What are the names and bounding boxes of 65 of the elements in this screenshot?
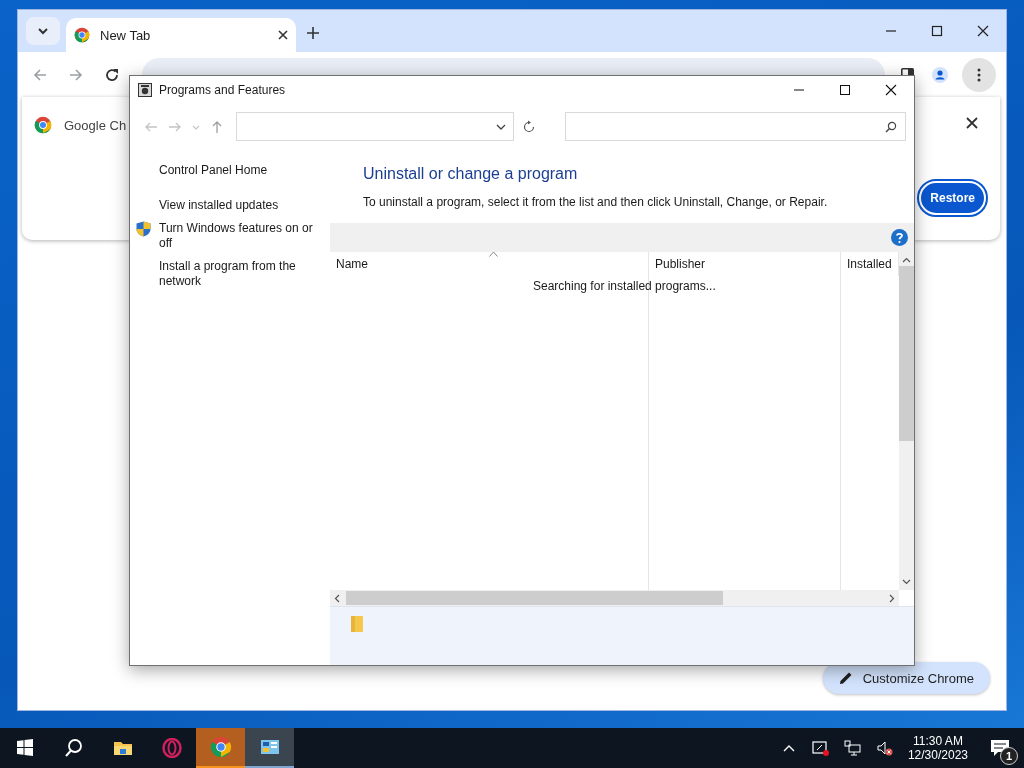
menu-button[interactable] xyxy=(962,57,996,92)
caret-icon xyxy=(37,25,49,37)
column-header[interactable]: Name xyxy=(330,252,649,276)
column-header[interactable]: Publisher xyxy=(649,252,841,276)
chrome-icon xyxy=(34,116,52,134)
help-icon xyxy=(891,229,908,246)
sidebar-link[interactable]: Install a program from the network xyxy=(159,259,319,289)
network-button[interactable] xyxy=(841,738,864,758)
plus-icon xyxy=(306,26,320,40)
close-icon xyxy=(278,30,288,40)
search-icon xyxy=(63,738,84,758)
card-title: Google Ch xyxy=(64,117,127,133)
chevron-right-icon xyxy=(889,593,895,603)
chevron-left-icon xyxy=(334,593,340,603)
notification-count: 1 xyxy=(1000,747,1018,765)
chrome-icon xyxy=(74,27,90,43)
customize-chrome-button[interactable]: Customize Chrome xyxy=(822,662,990,694)
folder-icon xyxy=(350,615,364,633)
tray-button[interactable] xyxy=(809,738,832,758)
network-icon xyxy=(843,740,862,756)
display-icon xyxy=(811,740,830,756)
date-text: 12/30/2023 xyxy=(907,748,968,762)
chevron-up-icon xyxy=(902,257,911,263)
window-title: Programs and Features xyxy=(159,83,286,97)
arrow-right-icon xyxy=(68,66,84,83)
control-panel-icon xyxy=(259,737,280,757)
tab-title: New Tab xyxy=(100,27,152,43)
description-text: To uninstall a program, select it from the list and then click Uninstall, Change, or Repair. xyxy=(363,195,828,209)
chrome-icon xyxy=(209,736,232,758)
close-button[interactable] xyxy=(964,115,980,131)
sidebar-link[interactable]: Turn Windows features on or off xyxy=(159,221,319,251)
close-icon xyxy=(966,117,978,129)
arrow-left-icon xyxy=(32,66,48,83)
ring-icon xyxy=(161,738,182,758)
time-text: 11:30 AM xyxy=(913,734,963,748)
pencil-icon xyxy=(838,671,853,685)
sidebar-link[interactable]: View installed updates xyxy=(159,198,319,213)
control-panel-icon xyxy=(138,83,152,97)
tab-search-button[interactable] xyxy=(26,17,60,45)
reload-icon xyxy=(104,66,120,83)
close-icon xyxy=(977,25,989,37)
browser-tab[interactable]: New Tab xyxy=(66,18,296,52)
action-center-button[interactable]: 1 xyxy=(980,728,1020,768)
search-icon xyxy=(885,120,897,133)
restore-button[interactable]: Restore xyxy=(919,181,986,215)
shield-icon xyxy=(136,221,151,237)
address-field[interactable] xyxy=(236,112,514,141)
person-icon xyxy=(932,66,948,83)
windows-icon xyxy=(14,738,35,758)
status-text: Searching for installed programs... xyxy=(533,279,716,293)
close-icon xyxy=(885,84,897,96)
help-button[interactable] xyxy=(891,229,908,246)
page-heading: Uninstall or change a program xyxy=(362,164,579,183)
arrow-up-icon xyxy=(210,119,224,134)
refresh-icon xyxy=(522,119,537,134)
maximize-icon xyxy=(931,25,943,37)
clock[interactable]: 11:30 AM 12/30/2023 xyxy=(905,732,970,764)
search-field[interactable] xyxy=(564,112,906,141)
speaker-muted-icon xyxy=(875,740,894,756)
sidebar-link[interactable]: Control Panel Home xyxy=(159,163,319,178)
chevron-down-icon xyxy=(902,579,911,585)
maximize-icon xyxy=(839,84,851,96)
taskbar-button[interactable] xyxy=(245,728,294,768)
vertical-scrollbar[interactable] xyxy=(899,252,914,590)
horizontal-scrollbar[interactable] xyxy=(330,590,899,606)
